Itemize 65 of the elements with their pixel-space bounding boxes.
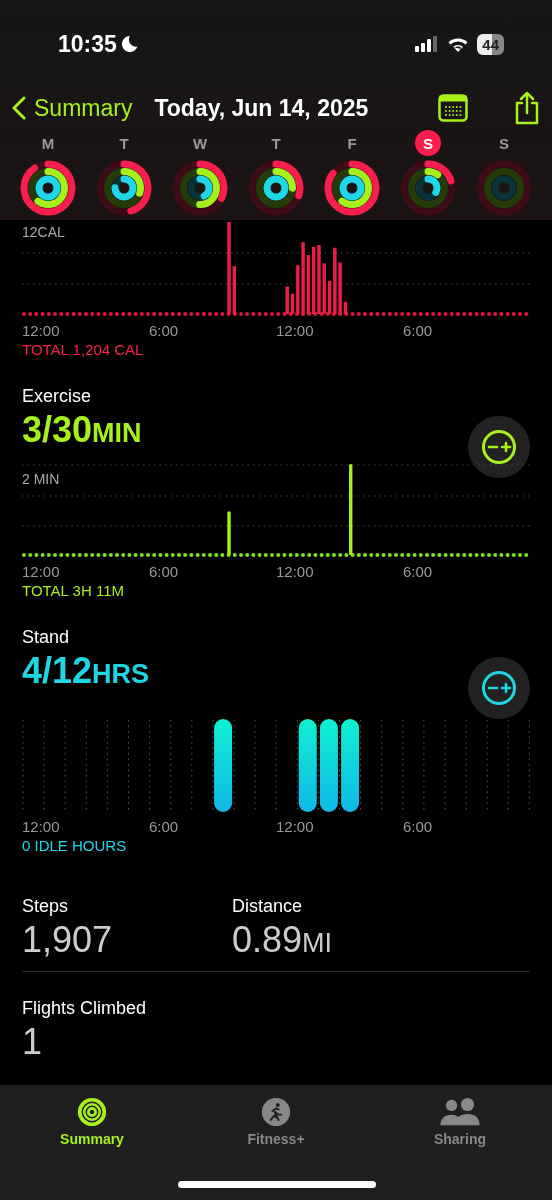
activity-rings-icon	[400, 160, 456, 216]
time-label: 6:00	[403, 322, 434, 339]
minus-plus-icon	[481, 670, 517, 706]
day-label: S	[415, 130, 441, 156]
status-time: 10:35	[58, 30, 138, 58]
time-label: 12:00	[276, 818, 315, 835]
time-label: 12:00	[22, 322, 61, 339]
time-label: 12:00	[22, 563, 61, 580]
stat-value: 1,907	[22, 919, 114, 961]
calendar-icon[interactable]	[438, 94, 468, 122]
day-label: T	[118, 133, 130, 154]
time-label: 6:00	[149, 322, 180, 339]
rings-icon	[75, 1097, 109, 1127]
day-label: T	[270, 133, 282, 154]
moon-icon	[120, 35, 138, 53]
activity-rings-icon	[476, 160, 532, 216]
day-selector[interactable]: S	[390, 130, 466, 216]
time-label: 6:00	[403, 818, 434, 835]
activity-rings-icon	[248, 160, 304, 216]
runner-icon	[259, 1097, 293, 1127]
activity-rings-icon	[96, 160, 152, 216]
people-icon	[438, 1097, 482, 1127]
chart-bar	[227, 511, 231, 555]
stat-value: 1	[22, 1021, 44, 1063]
time-label: 12:00	[276, 563, 315, 580]
chart-total: TOTAL 1,204 CAL	[22, 341, 145, 358]
day-label: M	[40, 133, 56, 154]
chevron-left-icon	[12, 96, 26, 120]
day-selector[interactable]: F	[314, 130, 390, 216]
activity-rings-icon	[324, 160, 380, 216]
time-label: 6:00	[403, 563, 434, 580]
stat-label: Steps	[22, 896, 70, 917]
chart-total: TOTAL 3H 11M	[22, 582, 125, 599]
minus-plus-icon	[481, 429, 517, 465]
day-label: S	[498, 133, 510, 154]
wifi-icon	[447, 36, 470, 52]
activity-rings-icon	[20, 160, 76, 216]
day-selector[interactable]: S	[466, 130, 542, 216]
date-title: Today, Jun 14, 2025	[154, 94, 369, 122]
chart-scale: 12CAL	[22, 224, 65, 240]
share-icon[interactable]	[514, 91, 540, 125]
activity-rings-icon	[172, 160, 228, 216]
day-selector[interactable]: M	[10, 130, 86, 216]
tab[interactable]: Sharing	[385, 1097, 535, 1147]
chart-total: 0 IDLE HOURS	[22, 837, 128, 854]
chart-scale: 2 MIN	[22, 471, 60, 487]
section-title: Exercise	[22, 386, 93, 407]
signal-icon	[415, 36, 440, 52]
stat-label: Flights Climbed	[22, 998, 148, 1019]
battery-level: 44	[477, 33, 504, 55]
time-label: 6:00	[149, 818, 180, 835]
tab[interactable]: Summary	[17, 1097, 167, 1147]
time-label: 12:00	[22, 818, 61, 835]
day-selector[interactable]: W	[162, 130, 238, 216]
stat-label: Distance	[232, 896, 304, 917]
section-title: Stand	[22, 627, 71, 648]
day-label: F	[346, 133, 358, 154]
day-selector[interactable]: T	[86, 130, 162, 216]
day-label: W	[191, 133, 209, 154]
tab[interactable]: Fitness+	[201, 1097, 351, 1147]
back-button[interactable]: Summary	[12, 94, 133, 122]
day-selector[interactable]: T	[238, 130, 314, 216]
stat-value: 0.89MI	[232, 919, 334, 961]
time-label: 12:00	[276, 322, 315, 339]
time-label: 6:00	[149, 563, 180, 580]
